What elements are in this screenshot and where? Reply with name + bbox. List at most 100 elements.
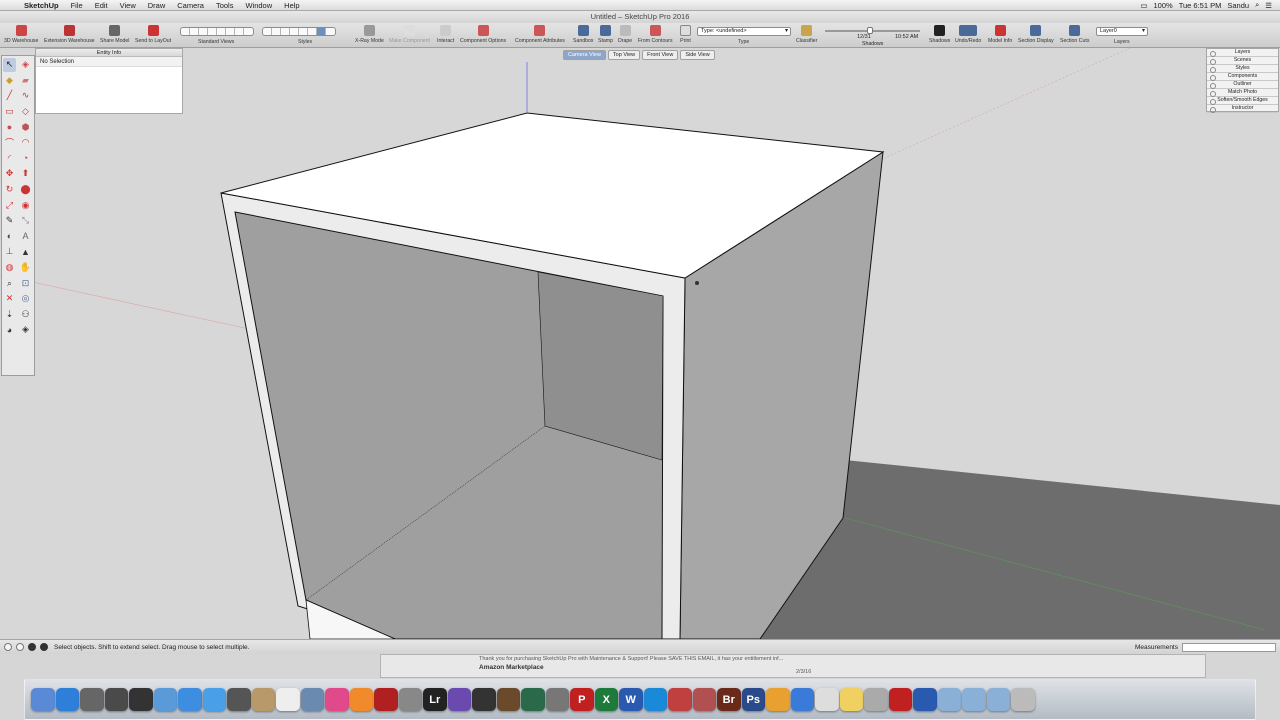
guitar-icon[interactable] xyxy=(496,687,520,712)
push-pull-icon[interactable]: ⬆ xyxy=(19,167,32,181)
backedges-button[interactable] xyxy=(272,28,281,35)
hidden-line-button[interactable] xyxy=(290,28,299,35)
messages-icon[interactable] xyxy=(202,687,226,712)
shaded-button[interactable] xyxy=(299,28,308,35)
styles-extra-button[interactable] xyxy=(326,28,335,35)
geo-location-icon[interactable] xyxy=(4,643,12,651)
tray-scenes[interactable]: Scenes xyxy=(1207,57,1278,65)
walk-tool-icon[interactable]: ⚇ xyxy=(19,308,32,322)
type-dropdown[interactable]: Type: <undefined> xyxy=(697,27,791,36)
drape-button[interactable]: Drape xyxy=(618,25,632,44)
zoom-extents-icon[interactable]: ✕ xyxy=(3,292,16,306)
finder-icon[interactable] xyxy=(31,687,55,712)
measurements-input[interactable] xyxy=(1182,642,1276,652)
folder-3-icon[interactable] xyxy=(986,687,1010,712)
shaded-textures-button[interactable] xyxy=(308,28,317,35)
menu-view[interactable]: View xyxy=(114,1,142,10)
front-view-button[interactable] xyxy=(199,28,208,35)
eraser2-tool-icon[interactable]: ▰ xyxy=(19,74,32,88)
sketchup-style-icon[interactable] xyxy=(692,687,716,712)
chess-icon[interactable] xyxy=(398,687,422,712)
look-around-icon[interactable]: ◕ xyxy=(3,323,16,337)
spotlight-icon[interactable]: ⌕ xyxy=(1255,0,1259,10)
folder-2-icon[interactable] xyxy=(962,687,986,712)
menu-camera[interactable]: Camera xyxy=(171,1,210,10)
position-camera-icon[interactable]: ⇣ xyxy=(3,308,16,322)
rectangle-tool-icon[interactable]: ▭ xyxy=(3,105,16,119)
menu-help[interactable]: Help xyxy=(278,1,305,10)
tray-outliner[interactable]: Outliner xyxy=(1207,81,1278,89)
share-model-button[interactable]: Share Model xyxy=(100,25,129,44)
line-tool-icon[interactable]: ╱ xyxy=(3,89,16,103)
xray-style-button[interactable] xyxy=(263,28,272,35)
sketchup-icon[interactable] xyxy=(888,687,912,712)
imovie-icon[interactable] xyxy=(447,687,471,712)
menu-file[interactable]: File xyxy=(65,1,89,10)
mission-control-icon[interactable] xyxy=(129,687,153,712)
back-view-button[interactable] xyxy=(217,28,226,35)
dimension-tool-icon[interactable]: ⤡ xyxy=(19,214,32,228)
model-info-button[interactable]: Model Info xyxy=(988,25,1012,44)
background-mail-window[interactable]: Thank you for purchasing SketchUp Pro wi… xyxy=(380,654,1206,678)
eraser-tool-icon[interactable]: ◈ xyxy=(19,58,32,72)
unity-icon[interactable] xyxy=(472,687,496,712)
top-view-button[interactable] xyxy=(190,28,199,35)
paint-bucket-icon[interactable]: ◆ xyxy=(3,74,16,88)
wireframe-button[interactable] xyxy=(281,28,290,35)
zoom-tool-icon[interactable]: ⌕ xyxy=(3,276,16,290)
viewport-3d[interactable] xyxy=(0,48,1280,639)
rotated-rect-icon[interactable]: ◇ xyxy=(19,105,32,119)
right-view-button[interactable] xyxy=(208,28,217,35)
tab-camera-view[interactable]: Camera View xyxy=(563,50,606,60)
shadows-button[interactable]: Shadows xyxy=(929,25,950,44)
calculator-icon[interactable] xyxy=(80,687,104,712)
arc3-tool-icon[interactable]: ◜ xyxy=(3,152,16,166)
section-display-button[interactable]: Section Display xyxy=(1018,25,1054,44)
from-contours-button[interactable]: From Contours xyxy=(638,25,673,44)
menu-window[interactable]: Window xyxy=(239,1,278,10)
instructor-icon[interactable] xyxy=(28,643,36,651)
credits-icon[interactable] xyxy=(16,643,24,651)
tray-styles[interactable]: Styles xyxy=(1207,65,1278,73)
circle-tool-icon[interactable]: ● xyxy=(3,120,16,134)
skype-icon[interactable] xyxy=(643,687,667,712)
menu-sketchup[interactable]: SketchUp xyxy=(18,1,65,10)
tape-measure-icon[interactable]: ✎ xyxy=(3,214,16,228)
pinterest-icon[interactable]: P xyxy=(570,687,594,712)
menu-edit[interactable]: Edit xyxy=(89,1,114,10)
calendar-icon[interactable] xyxy=(276,687,300,712)
pan-tool-icon[interactable]: ✋ xyxy=(19,261,32,275)
axes-tool-icon[interactable]: ⊥ xyxy=(3,245,16,259)
arc2-tool-icon[interactable]: ◠ xyxy=(19,136,32,150)
3d-text-icon[interactable]: ▲ xyxy=(19,245,32,259)
zoom-window-icon[interactable]: ⊡ xyxy=(19,276,32,290)
notification-center-icon[interactable]: ☰ xyxy=(1265,1,1272,10)
select-tool-icon[interactable]: ↖ xyxy=(3,58,16,72)
photos-icon[interactable] xyxy=(300,687,324,712)
word-icon[interactable]: W xyxy=(619,687,643,712)
safari-icon[interactable] xyxy=(178,687,202,712)
tray-soften-edges[interactable]: Soften/Smooth Edges xyxy=(1207,97,1278,105)
sketchup-layout-icon[interactable] xyxy=(668,687,692,712)
tray-match-photo[interactable]: Match Photo xyxy=(1207,89,1278,97)
excel-icon[interactable]: X xyxy=(594,687,618,712)
ibooks-icon[interactable] xyxy=(349,687,373,712)
clock[interactable]: Tue 6:51 PM xyxy=(1179,1,1222,10)
notes-icon[interactable] xyxy=(839,687,863,712)
menu-tools[interactable]: Tools xyxy=(210,1,240,10)
orbit-tool-icon[interactable]: ◍ xyxy=(3,261,16,275)
textedit-icon[interactable] xyxy=(815,687,839,712)
component-options-button[interactable]: Component Options xyxy=(460,25,506,44)
stamp-button[interactable]: Stamp xyxy=(598,25,613,44)
preview-icon[interactable] xyxy=(153,687,177,712)
tray-instructor[interactable]: Instructor xyxy=(1207,105,1278,113)
menu-draw[interactable]: Draw xyxy=(142,1,172,10)
sandbox-button[interactable]: Sandbox xyxy=(573,25,593,44)
photoshop-icon[interactable]: Ps xyxy=(741,687,765,712)
trash-icon[interactable] xyxy=(1011,687,1035,712)
tab-side-view[interactable]: Side View xyxy=(680,50,715,60)
arc-tool-icon[interactable]: ⌒ xyxy=(3,136,16,150)
polygon-tool-icon[interactable]: ⬢ xyxy=(19,120,32,134)
ext-warehouse-button[interactable]: Extension Warehouse xyxy=(44,25,95,44)
user-name[interactable]: Sandu xyxy=(1227,1,1249,10)
